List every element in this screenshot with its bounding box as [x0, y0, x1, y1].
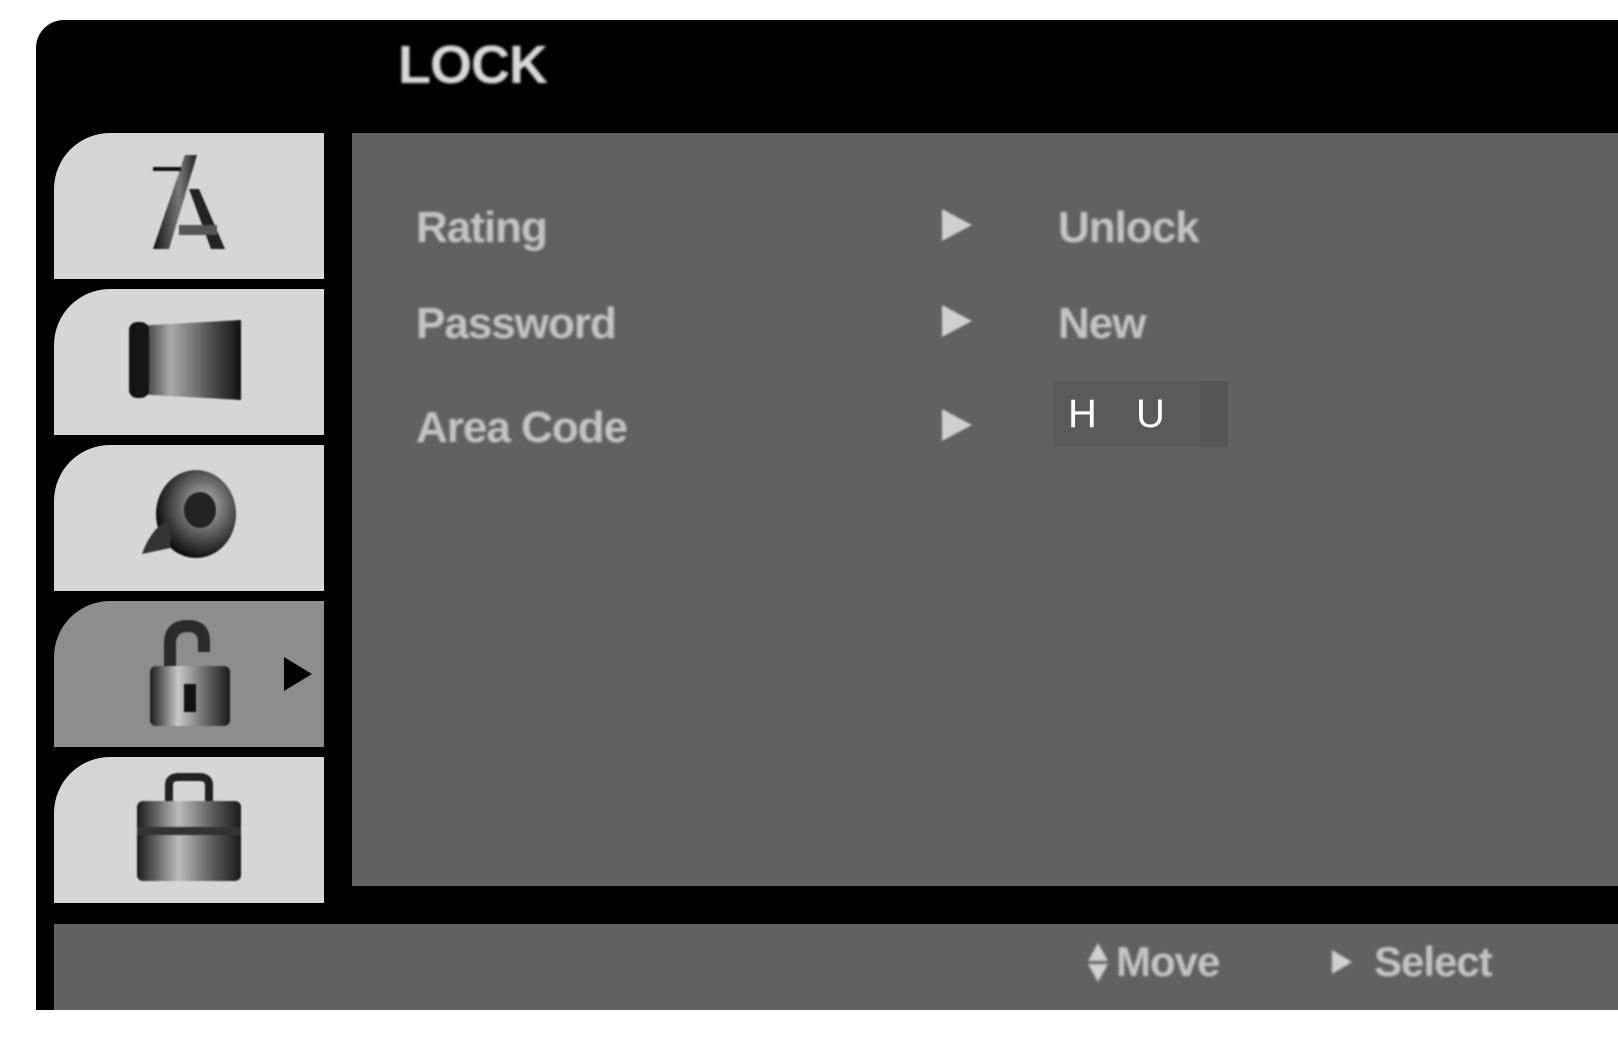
settings-panel: Rating Unlock Password New Area Code H U [352, 133, 1618, 886]
select-label: Select [1374, 938, 1493, 985]
up-down-arrows-icon [1088, 942, 1108, 982]
audio-speaker-icon [134, 466, 244, 571]
setting-label: Password [416, 299, 617, 348]
submenu-arrow-icon [942, 209, 972, 241]
others-tools-icon [129, 772, 249, 888]
setting-label: Area Code [416, 403, 628, 452]
tab-lock[interactable] [54, 601, 324, 747]
tab-audio[interactable] [54, 445, 324, 591]
setting-value: Unlock [1058, 203, 1200, 252]
area-code-value: H U [1068, 391, 1179, 436]
setting-row-rating[interactable]: Rating Unlock [352, 203, 1252, 263]
menu-title: LOCK [398, 35, 548, 95]
padlock-icon [134, 612, 244, 737]
setting-row-password[interactable]: Password New [352, 299, 1252, 359]
selected-tab-pointer-icon [284, 657, 312, 691]
move-label: Move [1116, 938, 1220, 985]
setting-row-area-code[interactable]: Area Code H U [352, 381, 1252, 463]
area-code-field[interactable]: H U [1054, 381, 1228, 447]
submenu-arrow-icon [942, 305, 972, 337]
select-arrow-icon [1332, 950, 1352, 974]
setup-menu: LOCK Rating Unlock Password New Area Cod… [36, 20, 1618, 1010]
tab-language[interactable] [54, 133, 324, 279]
submenu-arrow-icon [942, 409, 972, 441]
move-hint: Move [1088, 938, 1220, 986]
select-hint: Select [1332, 938, 1493, 986]
setting-value: New [1058, 299, 1146, 348]
help-bar: Move Select [54, 924, 1618, 1010]
setting-label: Rating [416, 203, 548, 252]
language-a-icon [139, 149, 239, 264]
display-tv-icon [129, 312, 249, 413]
tab-display[interactable] [54, 289, 324, 435]
tab-others[interactable] [54, 757, 324, 903]
